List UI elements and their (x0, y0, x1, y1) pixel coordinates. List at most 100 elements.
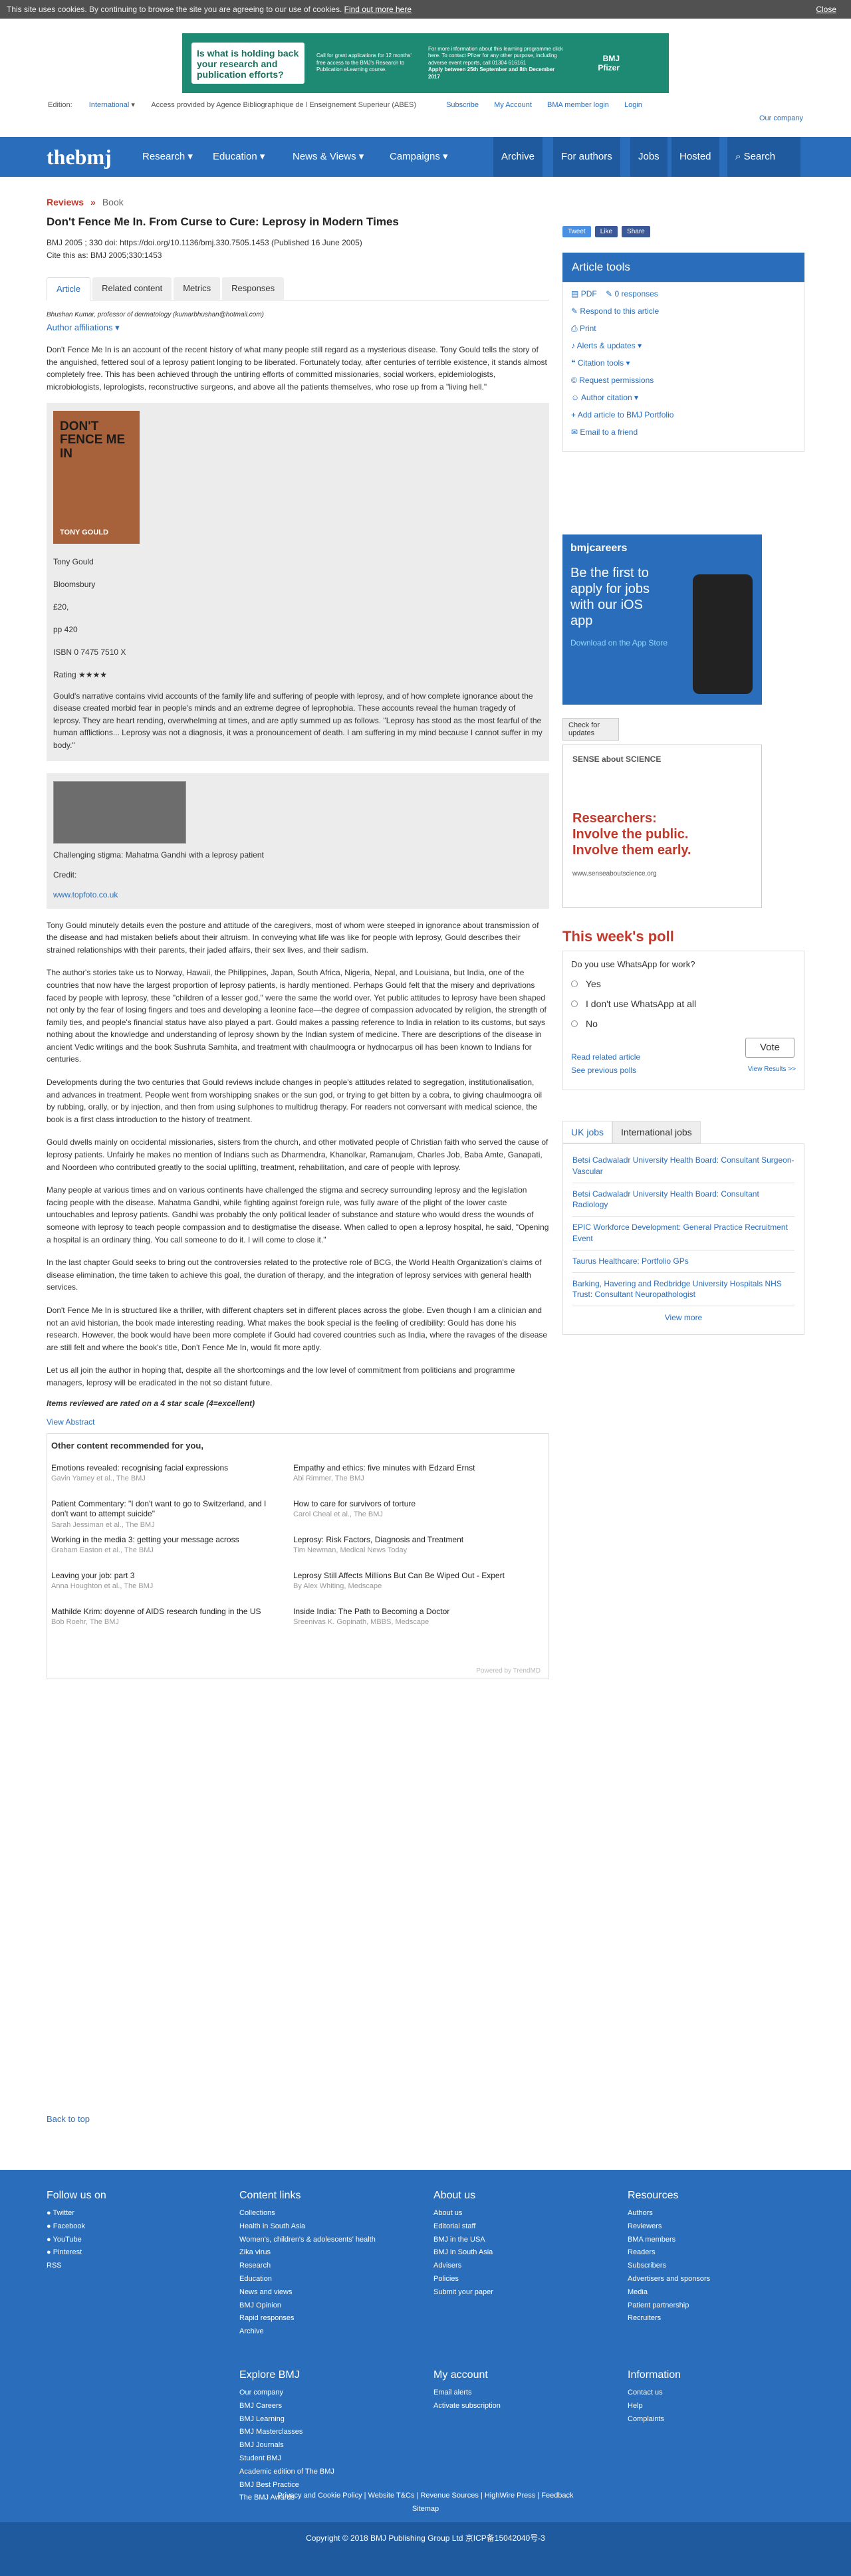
job-item[interactable]: Betsi Cadwaladr University Health Board:… (572, 1149, 794, 1183)
footer-link[interactable]: Readers (628, 2246, 710, 2260)
cookie-more-link[interactable]: Find out more here (344, 5, 412, 14)
bma-login-link[interactable]: BMA member login (547, 101, 609, 109)
view-abstract-link[interactable]: View Abstract (47, 1417, 549, 1427)
list-item[interactable]: Leprosy: Risk Factors, Diagnosis and Tre… (293, 1535, 526, 1571)
footer-link[interactable]: Advisers (433, 2260, 493, 2273)
poll-option[interactable]: Yes (571, 979, 796, 989)
footer-link[interactable]: Activate subscription (433, 2400, 501, 2413)
list-item[interactable]: How to care for survivors of torture Caro… (293, 1499, 526, 1535)
bmj-logo[interactable]: thebmj (47, 145, 112, 170)
tab-metrics[interactable]: Metrics (174, 277, 221, 300)
footer-link[interactable]: Policies (433, 2273, 493, 2286)
list-item[interactable]: Inside India: The Path to Becoming a Doc… (293, 1607, 526, 1643)
footer-link[interactable]: BMJ Learning (239, 2413, 334, 2426)
footer-link[interactable]: Reviewers (628, 2220, 710, 2234)
credit-link[interactable]: www.topfoto.co.uk (53, 890, 543, 899)
our-company-link[interactable]: Our company (759, 114, 803, 122)
youtube-link[interactable]: ● YouTube (47, 2234, 106, 2247)
footer-link[interactable]: Research (239, 2260, 376, 2273)
footer-link[interactable]: BMJ Masterclasses (239, 2426, 334, 2439)
read-related-link[interactable]: Read related article (571, 1052, 640, 1062)
list-item[interactable]: Mathilde Krim: doyenne of AIDS research … (51, 1607, 284, 1643)
nav-authors[interactable]: For authors (553, 137, 620, 177)
view-more-jobs[interactable]: View more (572, 1306, 794, 1329)
footer-link[interactable]: BMJ in South Asia (433, 2246, 493, 2260)
footer-link[interactable]: Authors (628, 2207, 710, 2220)
share-button[interactable]: Share (622, 226, 650, 237)
footer-link[interactable]: Patient partnership (628, 2299, 710, 2313)
alerts-link[interactable]: ♪ Alerts & updates ▾ (571, 341, 796, 358)
footer-link[interactable]: Women's, children's & adolescents' healt… (239, 2234, 376, 2247)
tab-related[interactable]: Related content (92, 277, 172, 300)
edition[interactable]: Edition: International ▾ (48, 101, 135, 109)
careers-ad[interactable]: bmjcareers Be the first to apply for job… (562, 534, 762, 705)
nav-hosted[interactable]: Hosted (671, 137, 719, 177)
nav-education[interactable]: Education ▾ (205, 137, 273, 177)
check-updates-button[interactable]: Check for updates (562, 718, 619, 741)
footer-link[interactable]: Health in South Asia (239, 2220, 376, 2234)
sense-ad[interactable]: SENSE about SCIENCE Researchers: Involve… (562, 745, 762, 908)
footer-link[interactable]: Rapid responses (239, 2312, 376, 2325)
nav-search[interactable]: ⌕ Search (727, 137, 800, 177)
footer-link[interactable]: Contact us (628, 2387, 681, 2400)
pdf-link[interactable]: ▤ PDF ✎ 0 responses (571, 289, 796, 306)
facebook-link[interactable]: ● Facebook (47, 2220, 106, 2234)
portfolio-link[interactable]: + Add article to BMJ Portfolio (571, 410, 796, 427)
tab-international-jobs[interactable]: International jobs (612, 1121, 701, 1143)
my-account-link[interactable]: My Account (494, 101, 532, 109)
trendmd-credit[interactable]: Powered by TrendMD (476, 1667, 541, 1675)
sitemap-link[interactable]: Sitemap (0, 2505, 851, 2513)
email-link[interactable]: ✉ Email to a friend (571, 427, 796, 445)
breadcrumb-reviews[interactable]: Reviews (47, 197, 84, 207)
footer-link[interactable]: Archive (239, 2325, 376, 2339)
nav-campaigns[interactable]: Campaigns ▾ (382, 137, 456, 177)
citation-tools-link[interactable]: ❝ Citation tools ▾ (571, 358, 796, 376)
author-affiliations-toggle[interactable]: Author affiliations ▾ (47, 322, 549, 333)
footer-link[interactable]: Subscribers (628, 2260, 710, 2273)
like-button[interactable]: Like (594, 226, 618, 237)
rss-link[interactable]: RSS (47, 2260, 106, 2273)
subscribe-link[interactable]: Subscribe (446, 101, 479, 109)
footer-link[interactable]: Recruiters (628, 2312, 710, 2325)
footer-link[interactable]: Collections (239, 2207, 376, 2220)
job-item[interactable]: Taurus Healthcare: Portfolio GPs (572, 1250, 794, 1273)
footer-link[interactable]: Academic edition of The BMJ (239, 2466, 334, 2479)
poll-option[interactable]: No (571, 1018, 796, 1029)
footer-link[interactable]: Editorial staff (433, 2220, 493, 2234)
footer-legal-links[interactable]: Privacy and Cookie Policy | Website T&Cs… (0, 2492, 851, 2500)
footer-link[interactable]: Zika virus (239, 2246, 376, 2260)
footer-link[interactable]: Complaints (628, 2413, 681, 2426)
list-item[interactable]: Emotions revealed: recognising facial ex… (51, 1463, 284, 1499)
nav-research[interactable]: Research ▾ (134, 137, 201, 177)
vote-button[interactable]: Vote (745, 1038, 794, 1058)
footer-link[interactable]: Help (628, 2400, 681, 2413)
print-link[interactable]: ⎙ Print (571, 324, 796, 341)
cookie-close-button[interactable]: Close (816, 5, 836, 14)
login-link[interactable]: Login (624, 101, 642, 109)
footer-link[interactable]: BMJ Opinion (239, 2299, 376, 2313)
footer-link[interactable]: Advertisers and sponsors (628, 2273, 710, 2286)
nav-archive[interactable]: Archive (493, 137, 543, 177)
back-to-top-link[interactable]: Back to top (47, 2114, 90, 2124)
footer-link[interactable]: BMJ Best Practice (239, 2479, 334, 2492)
footer-link[interactable]: Media (628, 2286, 710, 2299)
top-ad-banner[interactable]: Is what is holding back your research an… (182, 33, 669, 93)
list-item[interactable]: Working in the media 3: getting your mes… (51, 1535, 284, 1571)
list-item[interactable]: Empathy and ethics: five minutes with Ed… (293, 1463, 526, 1499)
respond-link[interactable]: ✎ Respond to this article (571, 306, 796, 324)
tab-uk-jobs[interactable]: UK jobs (562, 1121, 613, 1143)
previous-polls-link[interactable]: See previous polls (571, 1066, 636, 1075)
gandhi-photo[interactable] (53, 780, 186, 844)
job-item[interactable]: Barking, Havering and Redbridge Universi… (572, 1273, 794, 1307)
list-item[interactable]: Leaving your job: part 3 Anna Houghton et… (51, 1571, 284, 1607)
tab-article[interactable]: Article (47, 277, 91, 301)
tab-responses[interactable]: Responses (222, 277, 285, 300)
footer-link[interactable]: Submit your paper (433, 2286, 493, 2299)
list-item[interactable]: Patient Commentary: "I don't want to go … (51, 1499, 284, 1535)
nav-news[interactable]: News & Views ▾ (285, 137, 372, 177)
footer-link[interactable]: BMJ Journals (239, 2439, 334, 2452)
footer-link[interactable]: News and views (239, 2286, 376, 2299)
permissions-link[interactable]: © Request permissions (571, 376, 796, 393)
footer-link[interactable]: Education (239, 2273, 376, 2286)
view-results-link[interactable]: View Results >> (748, 1066, 796, 1073)
